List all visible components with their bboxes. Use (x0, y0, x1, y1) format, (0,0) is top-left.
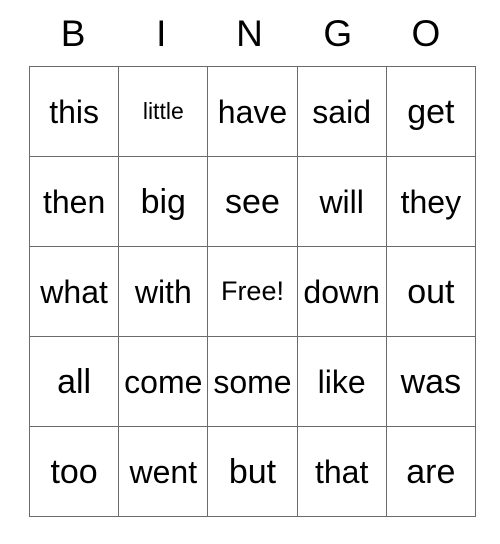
bingo-cell-label: they (400, 183, 462, 220)
bingo-cell-label: have (217, 93, 288, 130)
bingo-cell[interactable]: are (385, 426, 476, 517)
bingo-cell-label: some (213, 363, 292, 400)
bingo-cell[interactable]: went (118, 426, 209, 517)
bingo-cell-label: see (225, 182, 280, 221)
bingo-cell[interactable]: with (118, 246, 209, 337)
bingo-cell[interactable]: what (28, 246, 120, 337)
bingo-cell-label: are (406, 452, 456, 491)
bingo-cell[interactable]: down (296, 246, 387, 337)
bingo-header-letter-o: O (411, 12, 441, 54)
bingo-row: what with Free! down out (28, 246, 476, 337)
bingo-cell[interactable]: that (296, 426, 387, 517)
bingo-cell-label: like (317, 363, 366, 400)
bingo-cell[interactable]: will (296, 156, 387, 247)
bingo-cell[interactable]: then (28, 156, 120, 247)
bingo-cell[interactable]: come (118, 336, 209, 427)
bingo-row: too went but that are (28, 426, 476, 517)
bingo-cell-label: what (40, 273, 108, 310)
bingo-cell[interactable]: see (207, 156, 298, 247)
bingo-cell[interactable]: was (385, 336, 476, 427)
bingo-cell[interactable]: some (207, 336, 298, 427)
bingo-cell-label: that (314, 453, 369, 490)
bingo-cell[interactable]: like (296, 336, 387, 427)
bingo-cell-label: little (142, 98, 184, 124)
bingo-cell[interactable]: said (296, 66, 387, 157)
bingo-cell-label: said (312, 93, 371, 130)
bingo-cell[interactable]: too (28, 426, 120, 517)
bingo-cell[interactable]: they (385, 156, 476, 247)
bingo-row: all come some like was (28, 336, 476, 427)
bingo-grid: this little have said get then big see w… (28, 66, 476, 517)
bingo-cell-label: with (134, 273, 192, 310)
bingo-cell-label: was (400, 362, 462, 401)
bingo-cell-label: this (49, 93, 99, 130)
bingo-cell[interactable]: all (28, 336, 120, 427)
bingo-row: then big see will they (28, 156, 476, 247)
bingo-header-letter-n: N (236, 12, 263, 54)
bingo-cell-label: then (42, 183, 106, 220)
bingo-cell[interactable]: little (118, 66, 209, 157)
bingo-cell-label: down (303, 273, 380, 310)
bingo-cell-label: all (57, 362, 92, 401)
bingo-header-letter-g: G (323, 12, 353, 54)
bingo-header-letter-b: B (60, 12, 86, 54)
bingo-cell-label: too (50, 452, 98, 491)
bingo-cell-label: come (124, 363, 203, 400)
bingo-cell[interactable]: out (385, 246, 476, 337)
bingo-cell[interactable]: have (207, 66, 298, 157)
bingo-cell-label: went (129, 453, 198, 490)
bingo-cell[interactable]: but (207, 426, 298, 517)
bingo-cell[interactable]: this (28, 66, 120, 157)
bingo-header-letter-i: I (156, 12, 167, 54)
bingo-cell-free[interactable]: Free! (207, 246, 298, 337)
bingo-cell[interactable]: get (385, 66, 476, 157)
bingo-row: this little have said get (28, 66, 476, 157)
bingo-free-space-label: Free! (220, 276, 284, 306)
bingo-cell-label: out (407, 272, 455, 311)
bingo-cell-label: big (140, 182, 186, 221)
bingo-cell-label: will (319, 183, 364, 220)
bingo-card: B I N G O this little have said get then… (28, 0, 476, 517)
bingo-cell[interactable]: big (118, 156, 209, 247)
bingo-cell-label: get (407, 92, 455, 131)
bingo-header-row: B I N G O (29, 0, 470, 66)
bingo-cell-label: but (228, 452, 277, 491)
